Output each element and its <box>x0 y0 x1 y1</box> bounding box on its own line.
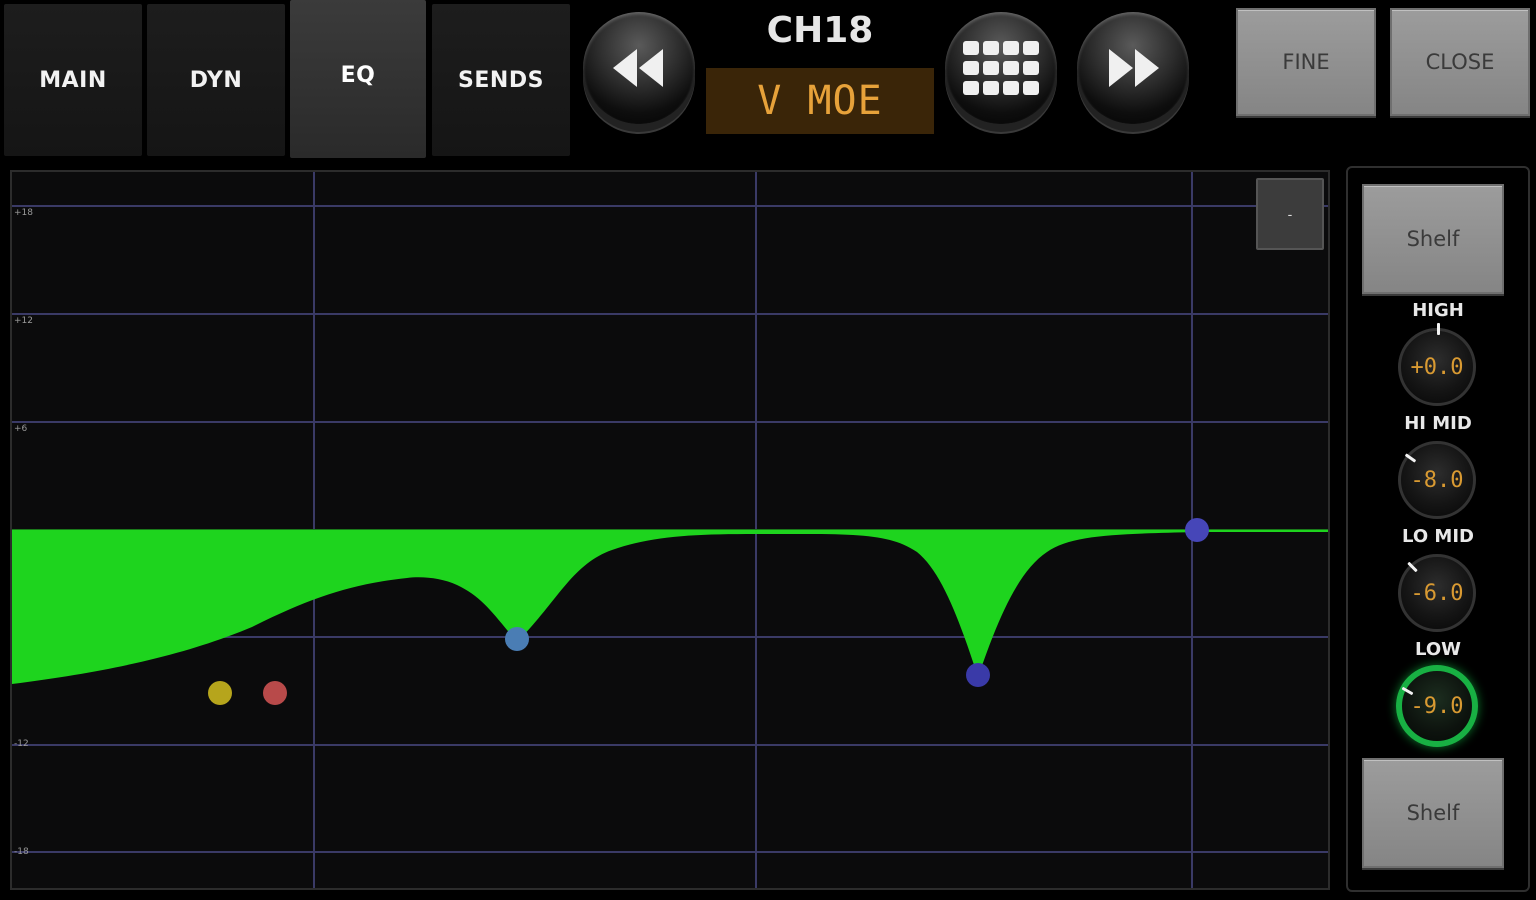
knob-lo-mid[interactable]: -6.0 <box>1398 554 1476 632</box>
fine-button[interactable]: FINE <box>1236 8 1376 116</box>
knob-low[interactable]: -9.0 <box>1396 665 1478 747</box>
tab-sends[interactable]: SENDS <box>432 4 570 156</box>
knob-low-indicator <box>1401 686 1414 696</box>
db-label-minus12: -12 <box>14 739 29 749</box>
eq-point-high[interactable] <box>1185 518 1209 542</box>
knob-high-indicator <box>1437 323 1440 335</box>
band-label-low: LOW <box>1415 639 1461 660</box>
close-button[interactable]: CLOSE <box>1390 8 1530 116</box>
next-channel-button[interactable] <box>1077 12 1189 124</box>
high-shelf-button[interactable]: Shelf <box>1362 184 1504 294</box>
db-label-plus18: +18 <box>14 208 33 218</box>
knob-low-value: -9.0 <box>1410 693 1464 719</box>
eq-graph[interactable]: +18 +12 +6 -12 -18 - <box>10 170 1330 890</box>
db-label-minus18: -18 <box>14 847 29 857</box>
db-label-plus6: +6 <box>14 424 28 434</box>
low-shelf-button[interactable]: Shelf <box>1362 758 1504 868</box>
band-label-high: HIGH <box>1412 300 1464 321</box>
channel-number: CH18 <box>766 10 874 51</box>
channel-grid-button[interactable] <box>945 12 1057 124</box>
rewind-icon <box>613 49 663 87</box>
channel-name[interactable]: V MOE <box>706 68 934 134</box>
graph-minus-button[interactable]: - <box>1256 178 1324 250</box>
tab-eq[interactable]: EQ <box>290 0 426 158</box>
knob-high[interactable]: +0.0 <box>1398 323 1476 406</box>
knob-lo-mid-indicator <box>1407 561 1418 573</box>
eq-point-lo-mid[interactable] <box>505 627 529 651</box>
fast-forward-icon <box>1109 49 1159 87</box>
tab-main[interactable]: MAIN <box>4 4 142 156</box>
eq-point-hi-mid[interactable] <box>966 663 990 687</box>
knob-high-value: +0.0 <box>1410 354 1464 380</box>
eq-point-yellow[interactable] <box>208 681 232 705</box>
knob-lo-mid-value: -6.0 <box>1410 580 1464 606</box>
eq-point-red[interactable] <box>263 681 287 705</box>
eq-response-curve <box>12 530 1328 684</box>
tab-dyn[interactable]: DYN <box>147 4 285 156</box>
db-label-plus12: +12 <box>14 316 33 326</box>
band-label-hi-mid: HI MID <box>1404 413 1472 434</box>
knob-hi-mid[interactable]: -8.0 <box>1398 441 1476 519</box>
knob-hi-mid-indicator <box>1404 453 1417 463</box>
band-label-lo-mid: LO MID <box>1402 526 1474 547</box>
eq-graph-canvas <box>12 172 1328 888</box>
grid-icon <box>963 41 1039 95</box>
previous-channel-button[interactable] <box>583 12 695 124</box>
knob-hi-mid-value: -8.0 <box>1410 467 1464 493</box>
